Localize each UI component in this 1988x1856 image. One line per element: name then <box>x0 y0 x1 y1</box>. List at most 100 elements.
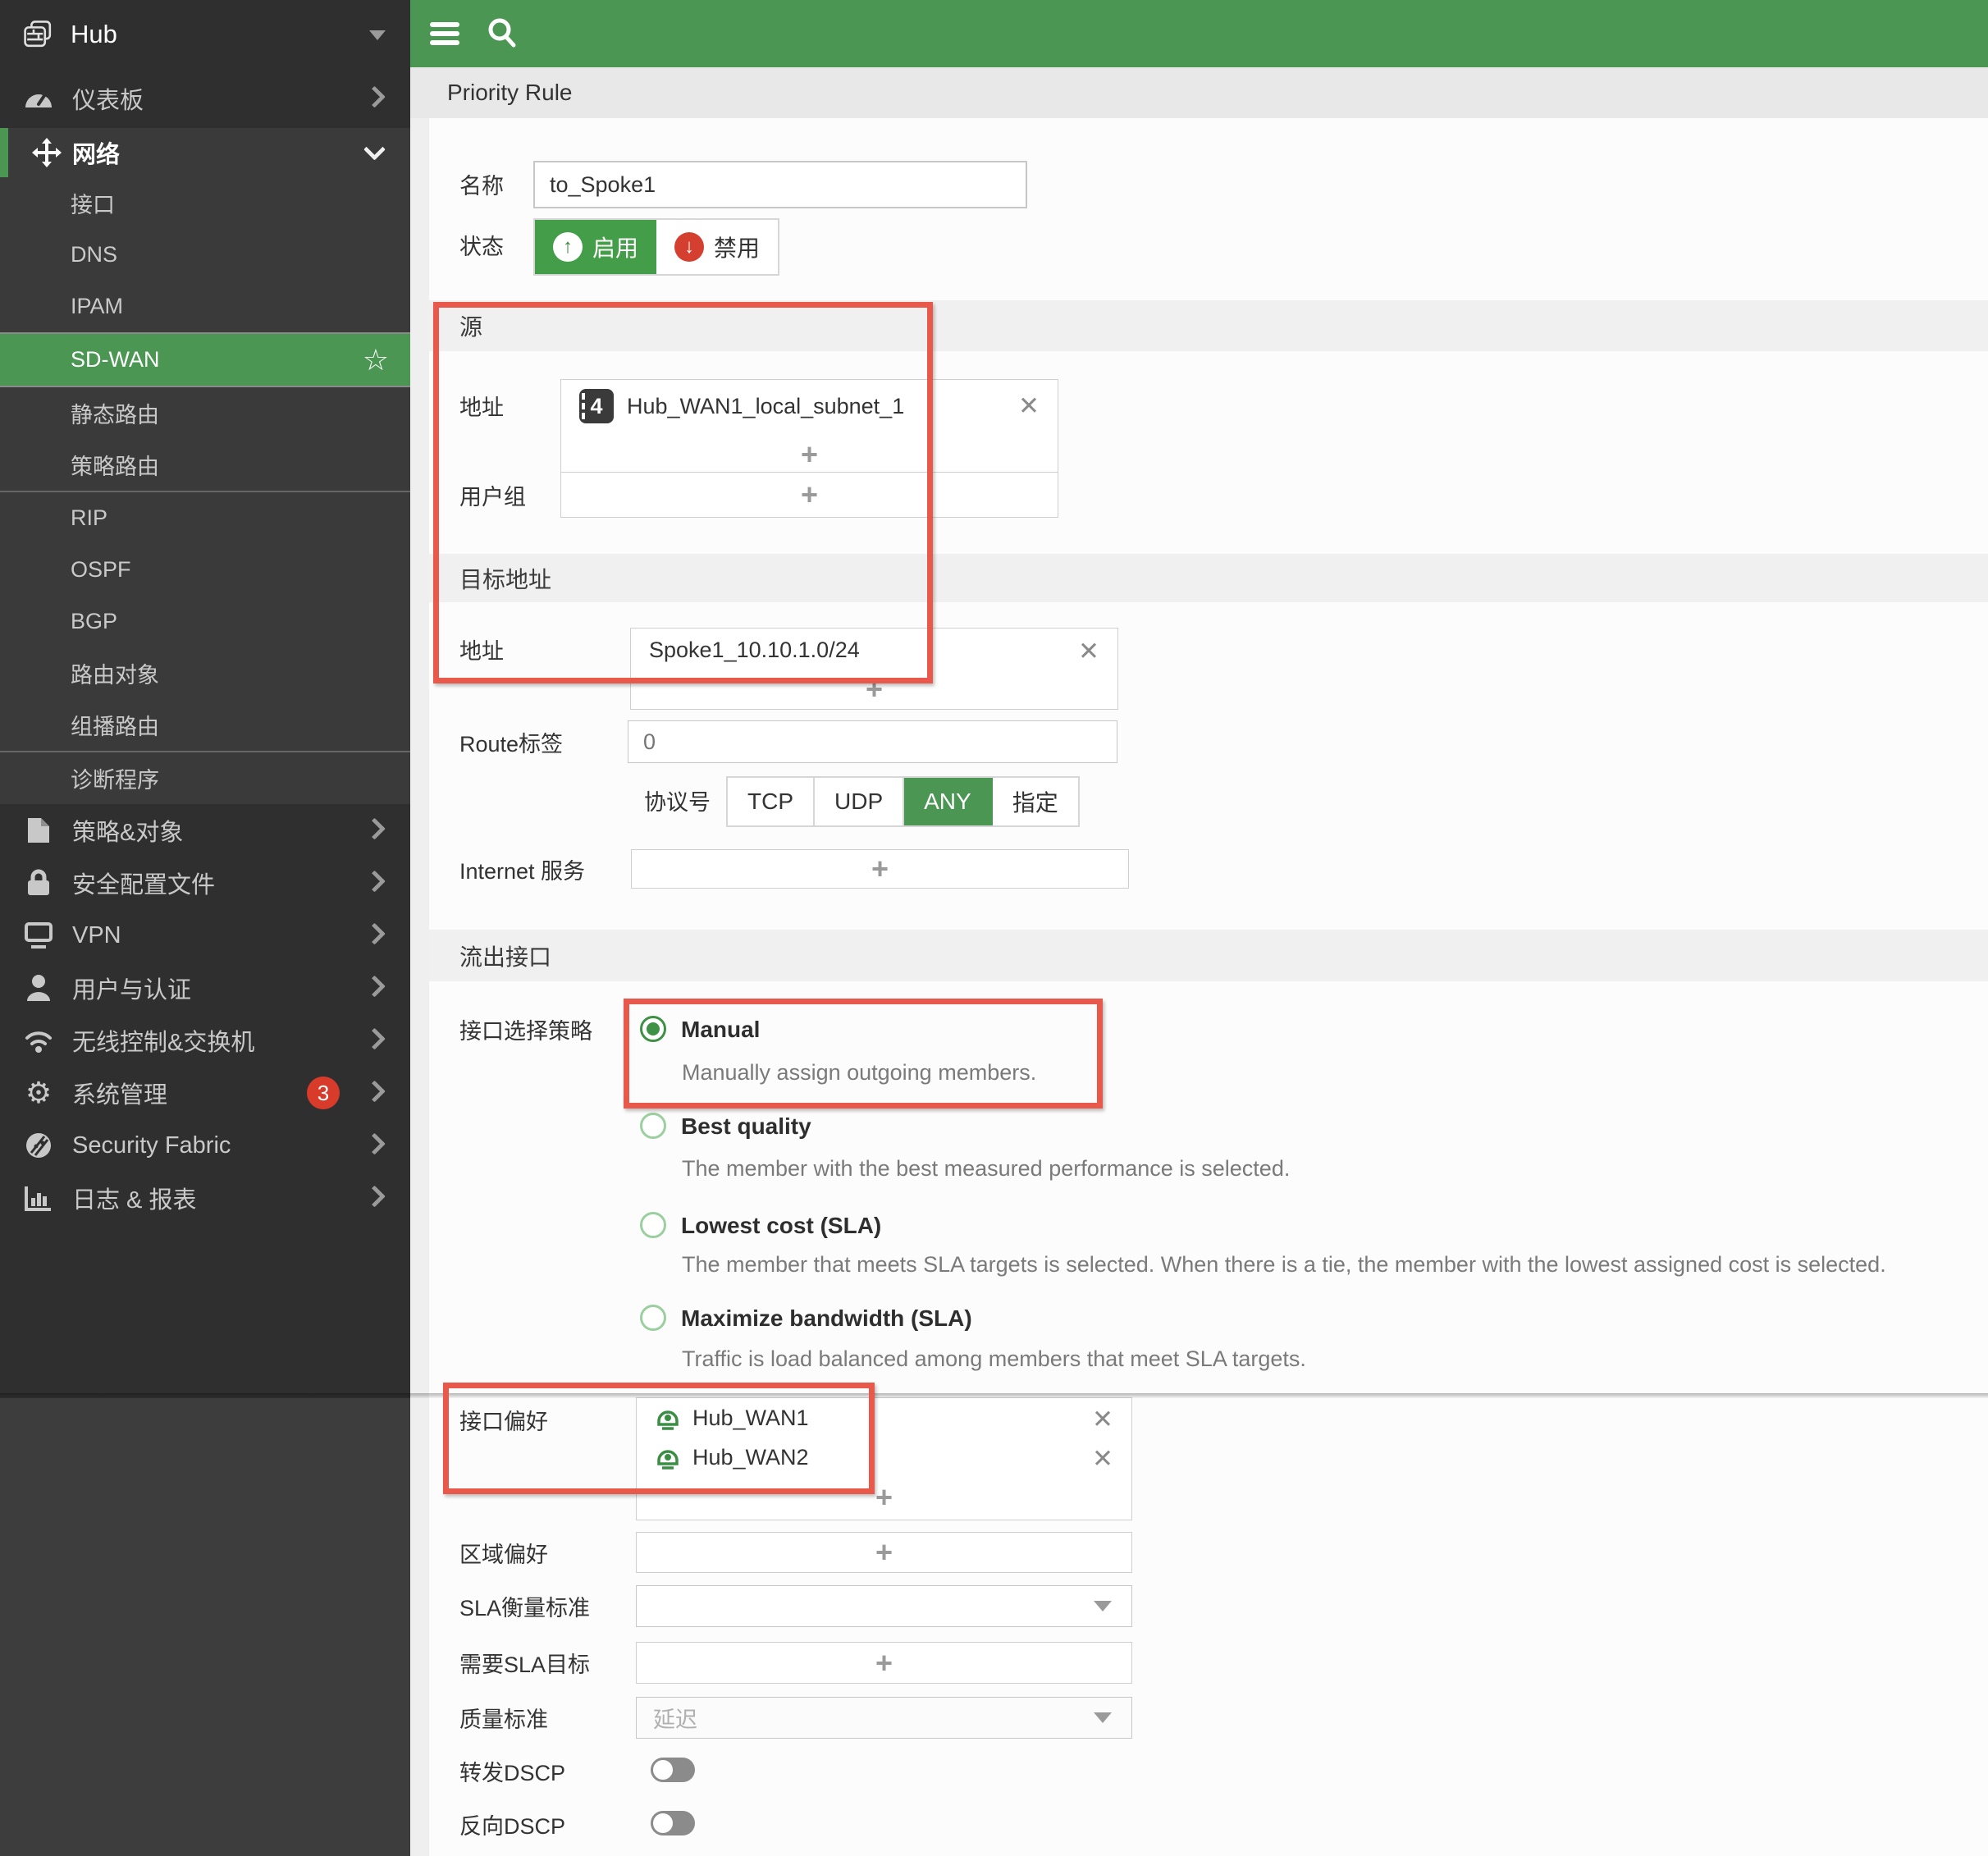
remove-entry-icon[interactable]: ✕ <box>1018 393 1040 418</box>
chevron-right-icon <box>363 1185 386 1208</box>
add-interface-button[interactable]: + <box>637 1477 1131 1518</box>
remove-entry-icon[interactable]: ✕ <box>1092 1406 1113 1432</box>
strategy-option-desc: The member with the best measured perfor… <box>682 1156 1291 1181</box>
sidebar-item-label: 日志 & 报表 <box>72 1187 197 1214</box>
interface-member-name: Hub_WAN1 <box>692 1405 809 1430</box>
route-tag-input[interactable] <box>628 720 1117 763</box>
sla-measure-select[interactable] <box>636 1585 1132 1627</box>
destination-address-entry[interactable]: Spoke1_10.10.1.0/24 ✕ <box>631 629 1117 671</box>
search-icon[interactable] <box>486 16 519 49</box>
reverse-dscp-label: 反向DSCP <box>459 1813 566 1839</box>
move-arrows-icon <box>31 137 62 168</box>
strategy-option-desc: The member that meets SLA targets is sel… <box>682 1252 1886 1277</box>
interface-preference-box: Hub_WAN1 ✕ Hub_WAN2 ✕ + <box>636 1397 1132 1520</box>
strategy-option-label[interactable]: Lowest cost (SLA) <box>681 1213 881 1239</box>
menu-hamburger-icon[interactable] <box>430 18 459 48</box>
destination-address-box: Spoke1_10.10.1.0/24 ✕ + <box>630 628 1118 710</box>
sidebar-item-system[interactable]: ⚙ 系统管理 3 <box>0 1067 410 1119</box>
protocol-segmented-control: TCP UDP ANY 指定 <box>726 776 1080 827</box>
source-address-value: Hub_WAN1_local_subnet_1 <box>627 393 905 418</box>
sidebar-item-logs-reports[interactable]: 日志 & 报表 <box>0 1172 410 1224</box>
strategy-radio-best-quality[interactable] <box>640 1113 666 1139</box>
protocol-option-specify[interactable]: 指定 <box>992 778 1078 825</box>
lock-icon <box>23 867 54 898</box>
source-address-box: 4 Hub_WAN1_local_subnet_1 ✕ + <box>560 379 1058 479</box>
add-internet-service-button[interactable]: + <box>631 849 1129 889</box>
strategy-option-label[interactable]: Maximize bandwidth (SLA) <box>681 1305 972 1332</box>
sidebar-item-dashboard[interactable]: 仪表板 <box>0 69 410 128</box>
sidebar-item-wifi-switch[interactable]: 无线控制&交换机 <box>0 1014 410 1067</box>
sidebar-item-sdwan-selected[interactable]: SD-WAN ☆ <box>0 332 410 387</box>
sla-targets-label: 需要SLA目标 <box>459 1653 591 1677</box>
status-toggle-group: ↑ 启用 ↓ 禁用 <box>533 218 780 276</box>
sidebar-item-static-routes[interactable]: 静态路由 <box>0 387 410 439</box>
sidebar-item-user-auth[interactable]: 用户与认证 <box>0 962 410 1014</box>
sidebar-item-label: 无线控制&交换机 <box>72 1030 255 1056</box>
sub-item-label: 接口 <box>71 193 115 217</box>
sub-item-label: 组播路由 <box>71 715 159 739</box>
sidebar-item-policy-routes[interactable]: 策略路由 <box>0 439 410 491</box>
source-address-entry[interactable]: 4 Hub_WAN1_local_subnet_1 ✕ <box>561 380 1058 432</box>
user-group-label: 用户组 <box>459 484 526 510</box>
add-zone-button[interactable]: + <box>636 1532 1132 1573</box>
device-name: Hub <box>71 20 117 48</box>
sidebar-item-ipam[interactable]: IPAM <box>0 281 410 332</box>
sidebar-item-rip[interactable]: RIP <box>0 492 410 544</box>
strategy-option-label[interactable]: Best quality <box>681 1113 811 1140</box>
quality-criteria-select[interactable]: 延迟 <box>636 1697 1132 1739</box>
sub-item-label: RIP <box>71 505 108 530</box>
section-title: 目标地址 <box>459 566 552 592</box>
sidebar-item-policy-objects[interactable]: 策略&对象 <box>0 804 410 857</box>
dropdown-caret-icon <box>1094 1601 1112 1611</box>
interface-member[interactable]: Hub_WAN1 ✕ <box>637 1398 1131 1438</box>
status-enable-button[interactable]: ↑ 启用 <box>535 220 657 274</box>
strategy-option-desc: Traffic is load balanced among members t… <box>682 1346 1306 1371</box>
strategy-radio-max-bandwidth[interactable] <box>640 1305 666 1331</box>
sidebar-item-diagnostics[interactable]: 诊断程序 <box>0 752 410 804</box>
sidebar-item-label: 策略&对象 <box>72 820 184 846</box>
sidebar-item-multicast[interactable]: 组播路由 <box>0 699 410 751</box>
chevron-right-icon <box>363 975 386 998</box>
interface-member[interactable]: Hub_WAN2 ✕ <box>637 1438 1131 1477</box>
sidebar-item-ospf[interactable]: OSPF <box>0 544 410 596</box>
sidebar-section-network: 网络 接口 DNS IPAM SD-WAN ☆ 静态路由 策略路由 RIP OS… <box>0 128 410 804</box>
arrow-down-circle-icon: ↓ <box>674 232 705 262</box>
sidebar-item-network[interactable]: 网络 <box>0 128 410 177</box>
device-dropdown-caret-icon[interactable] <box>369 30 386 40</box>
forward-dscp-toggle[interactable] <box>651 1758 695 1782</box>
protocol-option-any[interactable]: ANY <box>904 778 993 825</box>
protocol-label: 协议号 <box>644 789 711 815</box>
device-menu-hub[interactable]: Hub <box>0 0 410 69</box>
section-title: 源 <box>459 314 483 340</box>
remove-entry-icon[interactable]: ✕ <box>1078 638 1099 664</box>
remove-entry-icon[interactable]: ✕ <box>1092 1446 1113 1471</box>
strategy-radio-manual[interactable] <box>640 1016 666 1042</box>
strategy-option-label[interactable]: Manual <box>681 1017 760 1043</box>
sub-item-label: DNS <box>71 242 118 267</box>
sidebar-item-interfaces[interactable]: 接口 <box>0 177 410 229</box>
add-sla-target-button[interactable]: + <box>636 1642 1132 1684</box>
sub-item-label: 静态路由 <box>71 403 159 427</box>
fortigate-sdwan-rule-page: Hub 仪表板 网络 接口 DNS IPAM SD-WAN ☆ 静态路由 策略路… <box>0 0 1988 1856</box>
protocol-option-udp[interactable]: UDP <box>815 778 905 825</box>
quality-criteria-value: 延迟 <box>653 1707 697 1732</box>
strategy-radio-lowest-cost[interactable] <box>640 1212 666 1238</box>
status-disable-button[interactable]: ↓ 禁用 <box>656 220 779 274</box>
favorite-star-icon[interactable]: ☆ <box>363 345 389 375</box>
add-destination-address-button[interactable]: + <box>631 671 1117 707</box>
add-source-address-button[interactable]: + <box>561 432 1058 477</box>
sidebar-item-bgp[interactable]: BGP <box>0 596 410 647</box>
sidebar-item-security-fabric[interactable]: Security Fabric <box>0 1119 410 1172</box>
section-title: 流出接口 <box>459 944 552 970</box>
chevron-right-icon <box>363 85 386 108</box>
sidebar-item-security-profiles[interactable]: 安全配置文件 <box>0 857 410 909</box>
sidebar-item-routing-objects[interactable]: 路由对象 <box>0 647 410 699</box>
reverse-dscp-toggle[interactable] <box>651 1811 695 1835</box>
name-input[interactable] <box>533 161 1027 208</box>
fortigate-logo-icon <box>23 19 54 50</box>
protocol-option-tcp[interactable]: TCP <box>728 778 815 825</box>
sidebar-item-vpn[interactable]: VPN <box>0 909 410 962</box>
sidebar-item-dns[interactable]: DNS <box>0 229 410 281</box>
sidebar-item-label: 仪表板 <box>72 88 144 114</box>
add-user-group-button[interactable]: + <box>560 472 1058 518</box>
